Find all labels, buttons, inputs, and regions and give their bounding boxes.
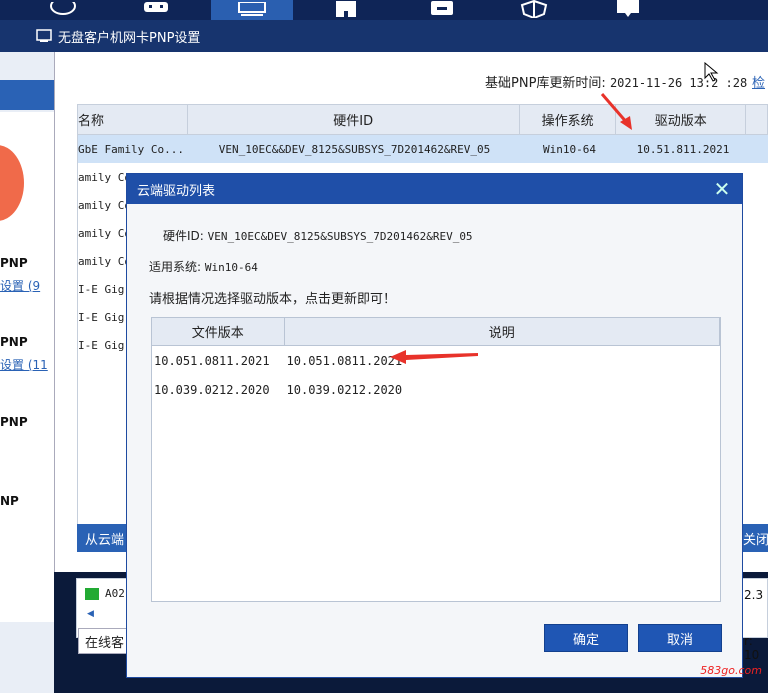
instruction-text: 请根据情况选择驱动版本，点击更新即可！ [149, 292, 397, 307]
cloud-driver-dialog: 云端驱动列表 ✕ 硬件ID: VEN_10EC&DEV_8125&SUBSYS_… [126, 173, 743, 678]
client-name: A02 [105, 587, 125, 600]
col-header-file-version[interactable]: 文件版本 [152, 318, 285, 345]
hwid-value: VEN_10EC&DEV_8125&SUBSYS_7D201462&REV_05 [207, 230, 473, 243]
dialog-titlebar: 云端驱动列表 [127, 174, 742, 204]
online-status-icon [85, 587, 99, 600]
col-header-extra [746, 105, 768, 134]
chat-nav-icon[interactable] [610, 0, 646, 18]
dialog-close-icon[interactable]: ✕ [710, 177, 734, 201]
mouse-cursor-icon [704, 62, 719, 82]
server-nav-icon[interactable] [328, 0, 364, 18]
cell-os: Win10-64 [543, 142, 596, 156]
hwid-label: 硬件ID: [163, 229, 204, 243]
list-item[interactable]: A02 [85, 587, 125, 600]
col-header-hwid[interactable]: 硬件ID [188, 105, 520, 134]
col-header-name[interactable]: 名称 [78, 105, 188, 134]
screen-nav-icon[interactable] [234, 0, 270, 18]
left-label-3: PNP [0, 415, 28, 429]
cell-description: 10.039.0212.2020 [286, 382, 403, 397]
update-time-label: 基础PNP库更新时间: [485, 76, 606, 91]
cell-description: 10.051.0811.2021 [286, 353, 403, 368]
main-window-titlebar: 无盘客户机网卡PNP设置 [0, 20, 768, 52]
dialog-title: 云端驱动列表 [137, 183, 216, 199]
device-table-header: 名称 硬件ID 操作系统 驱动版本 [78, 105, 768, 135]
top-nav-bar [0, 0, 768, 20]
col-header-description[interactable]: 说明 [285, 318, 720, 345]
left-link-2[interactable]: 设置 (11 [0, 356, 48, 373]
close-button[interactable]: 关闭 [743, 524, 768, 552]
table-row[interactable]: 10.039.0212.2020 10.039.0212.2020 [152, 375, 720, 404]
os-value: Win10-64 [204, 261, 258, 274]
window-logo-icon [36, 29, 52, 42]
shield-nav-icon[interactable] [516, 0, 552, 18]
os-label: 适用系统: [149, 260, 202, 274]
left-link-1[interactable]: 设置 (9 [0, 277, 40, 294]
cell-name: GbE Family Co... [78, 142, 184, 156]
driver-list-header: 文件版本 说明 [152, 318, 720, 346]
red-arrow-annotation-1 [600, 93, 632, 130]
cell-file-version: 10.051.0811.2021 [154, 353, 270, 368]
gamepad-nav-icon[interactable] [138, 0, 174, 18]
watermark-logo: 583go.com [660, 652, 766, 688]
main-window-title: 无盘客户机网卡PNP设置 [58, 30, 201, 46]
left-label-1: PNP [0, 256, 28, 270]
watermark-site: 583go.com [700, 663, 762, 677]
left-label-4: NP [0, 494, 19, 508]
cell-hwid: VEN_10EC&&DEV_8125&SUBSYS_7D201462&REV_0… [218, 142, 491, 156]
cell-file-version: 10.039.0212.2020 [154, 382, 270, 397]
hwid-info: 硬件ID: VEN_10EC&DEV_8125&SUBSYS_7D201462&… [163, 227, 473, 244]
red-arrow-annotation-2 [390, 350, 478, 364]
cell-driver-version: 10.51.811.2021 [636, 142, 730, 156]
scroll-left-icon[interactable]: ◀ [87, 609, 94, 619]
cancel-button[interactable]: 取消 [638, 624, 722, 652]
left-panel-header [0, 80, 54, 110]
monitor-nav-icon[interactable] [45, 0, 81, 18]
right-value-1: 2.3 [744, 588, 764, 602]
ok-button[interactable]: 确定 [544, 624, 628, 652]
os-info: 适用系统: Win10-64 [149, 258, 258, 275]
update-time-value: 2021-11-26 13:2 :28 [609, 76, 748, 90]
check-update-link[interactable]: 检 [752, 72, 765, 91]
table-row[interactable]: GbE Family Co... VEN_10EC&&DEV_8125&SUBS… [78, 135, 768, 163]
left-label-2: PNP [0, 335, 28, 349]
disk-nav-icon[interactable] [424, 0, 460, 18]
